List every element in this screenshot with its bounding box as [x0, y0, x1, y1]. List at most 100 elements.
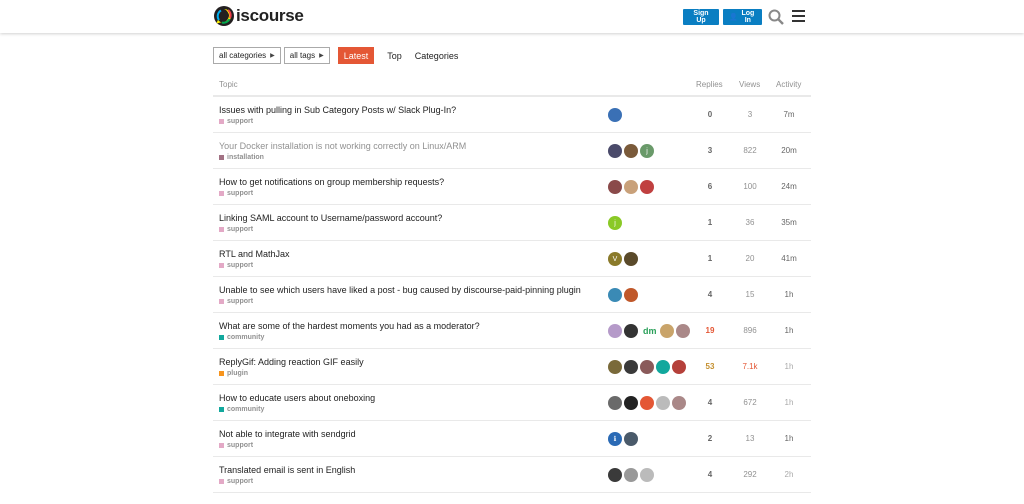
activity-time[interactable]: 24m: [769, 182, 809, 191]
avatar[interactable]: [608, 144, 622, 158]
category-badge[interactable]: support: [219, 118, 253, 125]
avatar[interactable]: [640, 180, 654, 194]
topic-title-link[interactable]: Translated email is sent in English: [219, 465, 355, 475]
topic-title-link[interactable]: How to educate users about oneboxing: [219, 393, 375, 403]
categories-dropdown-label: all categories: [219, 51, 267, 60]
avatar[interactable]: V: [608, 252, 622, 266]
topic-title-link[interactable]: ReplyGif: Adding reaction GIF easily: [219, 357, 364, 367]
topic-title-link[interactable]: RTL and MathJax: [219, 249, 290, 259]
category-badge[interactable]: support: [219, 298, 253, 305]
discourse-logo-icon: [214, 6, 234, 26]
log-in-button[interactable]: 👤 Log In: [723, 9, 762, 25]
avatar[interactable]: ℹ: [608, 432, 622, 446]
tab-latest[interactable]: Latest: [337, 47, 375, 64]
category-badge[interactable]: support: [219, 262, 253, 269]
topic-title-link[interactable]: Linking SAML account to Username/passwor…: [219, 213, 442, 223]
category-badge[interactable]: support: [219, 478, 253, 485]
replies-count[interactable]: 4: [690, 290, 730, 299]
avatar[interactable]: [672, 396, 686, 410]
avatar[interactable]: [624, 468, 638, 482]
category-color-swatch: [219, 335, 224, 340]
avatar[interactable]: [640, 468, 654, 482]
category-name: support: [227, 298, 254, 305]
activity-time[interactable]: 41m: [769, 254, 809, 263]
tags-dropdown[interactable]: all tags ▶: [283, 47, 330, 64]
hamburger-menu-icon[interactable]: [792, 10, 805, 22]
topic-title-link[interactable]: How to get notifications on group member…: [219, 177, 444, 187]
replies-count[interactable]: 4: [690, 398, 730, 407]
topic-posters: [608, 396, 688, 410]
tab-top[interactable]: Top: [387, 51, 402, 61]
avatar[interactable]: dm: [643, 324, 657, 338]
replies-count[interactable]: 4: [690, 470, 730, 479]
avatar[interactable]: [640, 396, 654, 410]
categories-dropdown[interactable]: all categories ▶: [213, 47, 281, 64]
avatar[interactable]: [608, 468, 622, 482]
search-icon[interactable]: [767, 8, 785, 26]
activity-time[interactable]: 1h: [769, 398, 809, 407]
category-badge[interactable]: plugin: [219, 370, 248, 377]
avatar[interactable]: [624, 144, 638, 158]
replies-count[interactable]: 1: [690, 218, 730, 227]
avatar[interactable]: j: [640, 144, 654, 158]
avatar[interactable]: [656, 360, 670, 374]
avatar[interactable]: [675, 324, 690, 338]
replies-count[interactable]: 2: [690, 434, 730, 443]
avatar[interactable]: [608, 180, 622, 194]
activity-time[interactable]: 1h: [769, 362, 809, 371]
avatar[interactable]: [624, 252, 638, 266]
category-badge[interactable]: support: [219, 226, 253, 233]
replies-count[interactable]: 3: [690, 146, 730, 155]
avatar[interactable]: [624, 180, 638, 194]
column-replies[interactable]: Replies: [696, 80, 723, 89]
category-badge[interactable]: support: [219, 190, 253, 197]
avatar[interactable]: [656, 396, 670, 410]
topic-posters: [608, 180, 656, 194]
avatar[interactable]: j: [608, 216, 622, 230]
activity-time[interactable]: 7m: [769, 110, 809, 119]
topic-title-link[interactable]: Your Docker installation is not working …: [219, 141, 466, 151]
category-color-swatch: [219, 299, 224, 304]
topic-title-link[interactable]: Unable to see which users have liked a p…: [219, 285, 581, 295]
activity-time[interactable]: 20m: [769, 146, 809, 155]
avatar[interactable]: [624, 396, 638, 410]
column-views[interactable]: Views: [739, 80, 760, 89]
avatar[interactable]: [608, 324, 622, 338]
replies-count[interactable]: 19: [690, 326, 730, 335]
activity-time[interactable]: 1h: [769, 326, 809, 335]
tab-categories[interactable]: Categories: [415, 51, 459, 61]
topic-title-link[interactable]: Issues with pulling in Sub Category Post…: [219, 105, 456, 115]
column-activity[interactable]: Activity: [776, 80, 801, 89]
activity-time[interactable]: 35m: [769, 218, 809, 227]
avatar[interactable]: [659, 324, 674, 338]
sign-up-button[interactable]: Sign Up: [683, 9, 719, 25]
activity-time[interactable]: 1h: [769, 434, 809, 443]
avatar[interactable]: [608, 360, 622, 374]
category-badge[interactable]: installation: [219, 154, 264, 161]
avatar[interactable]: [624, 324, 638, 338]
avatar[interactable]: [608, 288, 622, 302]
topic-list-header: Topic Replies Views Activity: [213, 78, 811, 97]
topic-posters: [608, 360, 688, 374]
avatar[interactable]: [624, 360, 638, 374]
avatar[interactable]: [608, 396, 622, 410]
replies-count[interactable]: 53: [690, 362, 730, 371]
category-badge[interactable]: support: [219, 442, 253, 449]
replies-count[interactable]: 6: [690, 182, 730, 191]
category-badge[interactable]: community: [219, 334, 264, 341]
column-topic[interactable]: Topic: [219, 80, 238, 89]
avatar[interactable]: [640, 360, 654, 374]
replies-count[interactable]: 1: [690, 254, 730, 263]
replies-count[interactable]: 0: [690, 110, 730, 119]
category-name: plugin: [227, 370, 248, 377]
category-badge[interactable]: community: [219, 406, 264, 413]
avatar[interactable]: [624, 288, 638, 302]
avatar[interactable]: [608, 108, 622, 122]
avatar[interactable]: [672, 360, 686, 374]
avatar[interactable]: [624, 432, 638, 446]
topic-title-link[interactable]: Not able to integrate with sendgrid: [219, 429, 356, 439]
activity-time[interactable]: 1h: [769, 290, 809, 299]
activity-time[interactable]: 2h: [769, 470, 809, 479]
topic-title-link[interactable]: What are some of the hardest moments you…: [219, 321, 480, 331]
site-logo[interactable]: iscourse: [213, 5, 304, 27]
